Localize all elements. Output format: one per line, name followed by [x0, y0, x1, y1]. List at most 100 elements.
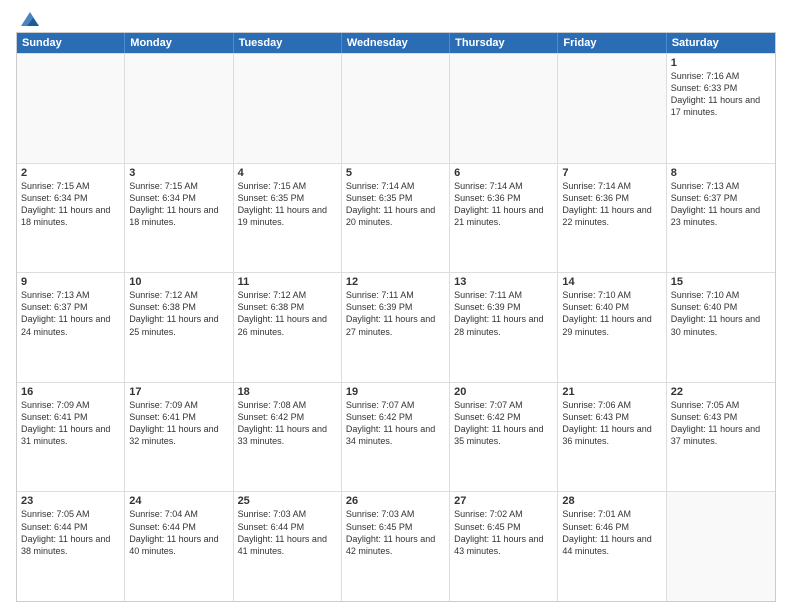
- day-info: Sunrise: 7:11 AMSunset: 6:39 PMDaylight:…: [346, 289, 445, 338]
- header: [16, 12, 776, 28]
- calendar: SundayMondayTuesdayWednesdayThursdayFrid…: [16, 32, 776, 602]
- empty-cell: [450, 54, 558, 163]
- calendar-body: 1Sunrise: 7:16 AMSunset: 6:33 PMDaylight…: [17, 53, 775, 601]
- day-number: 12: [346, 276, 445, 288]
- day-cell-28: 28Sunrise: 7:01 AMSunset: 6:46 PMDayligh…: [558, 492, 666, 601]
- day-cell-10: 10Sunrise: 7:12 AMSunset: 6:38 PMDayligh…: [125, 273, 233, 382]
- day-info: Sunrise: 7:13 AMSunset: 6:37 PMDaylight:…: [671, 180, 771, 229]
- day-info: Sunrise: 7:10 AMSunset: 6:40 PMDaylight:…: [671, 289, 771, 338]
- day-info: Sunrise: 7:10 AMSunset: 6:40 PMDaylight:…: [562, 289, 661, 338]
- day-cell-21: 21Sunrise: 7:06 AMSunset: 6:43 PMDayligh…: [558, 383, 666, 492]
- header-cell-friday: Friday: [558, 33, 666, 53]
- day-cell-7: 7Sunrise: 7:14 AMSunset: 6:36 PMDaylight…: [558, 164, 666, 273]
- day-number: 5: [346, 167, 445, 179]
- day-number: 23: [21, 495, 120, 507]
- day-number: 7: [562, 167, 661, 179]
- day-cell-15: 15Sunrise: 7:10 AMSunset: 6:40 PMDayligh…: [667, 273, 775, 382]
- day-info: Sunrise: 7:04 AMSunset: 6:44 PMDaylight:…: [129, 508, 228, 557]
- day-number: 16: [21, 386, 120, 398]
- day-cell-4: 4Sunrise: 7:15 AMSunset: 6:35 PMDaylight…: [234, 164, 342, 273]
- empty-cell: [342, 54, 450, 163]
- day-cell-8: 8Sunrise: 7:13 AMSunset: 6:37 PMDaylight…: [667, 164, 775, 273]
- day-number: 8: [671, 167, 771, 179]
- header-cell-saturday: Saturday: [667, 33, 775, 53]
- day-number: 18: [238, 386, 337, 398]
- day-cell-2: 2Sunrise: 7:15 AMSunset: 6:34 PMDaylight…: [17, 164, 125, 273]
- week-row-4: 23Sunrise: 7:05 AMSunset: 6:44 PMDayligh…: [17, 491, 775, 601]
- day-cell-5: 5Sunrise: 7:14 AMSunset: 6:35 PMDaylight…: [342, 164, 450, 273]
- day-info: Sunrise: 7:09 AMSunset: 6:41 PMDaylight:…: [21, 399, 120, 448]
- day-cell-24: 24Sunrise: 7:04 AMSunset: 6:44 PMDayligh…: [125, 492, 233, 601]
- day-info: Sunrise: 7:07 AMSunset: 6:42 PMDaylight:…: [454, 399, 553, 448]
- day-number: 27: [454, 495, 553, 507]
- day-info: Sunrise: 7:02 AMSunset: 6:45 PMDaylight:…: [454, 508, 553, 557]
- empty-cell: [667, 492, 775, 601]
- empty-cell: [17, 54, 125, 163]
- day-cell-3: 3Sunrise: 7:15 AMSunset: 6:34 PMDaylight…: [125, 164, 233, 273]
- day-info: Sunrise: 7:03 AMSunset: 6:45 PMDaylight:…: [346, 508, 445, 557]
- day-info: Sunrise: 7:08 AMSunset: 6:42 PMDaylight:…: [238, 399, 337, 448]
- day-number: 2: [21, 167, 120, 179]
- day-number: 9: [21, 276, 120, 288]
- day-info: Sunrise: 7:01 AMSunset: 6:46 PMDaylight:…: [562, 508, 661, 557]
- day-cell-12: 12Sunrise: 7:11 AMSunset: 6:39 PMDayligh…: [342, 273, 450, 382]
- day-number: 10: [129, 276, 228, 288]
- day-cell-17: 17Sunrise: 7:09 AMSunset: 6:41 PMDayligh…: [125, 383, 233, 492]
- day-number: 24: [129, 495, 228, 507]
- day-info: Sunrise: 7:16 AMSunset: 6:33 PMDaylight:…: [671, 70, 771, 119]
- header-cell-thursday: Thursday: [450, 33, 558, 53]
- day-cell-9: 9Sunrise: 7:13 AMSunset: 6:37 PMDaylight…: [17, 273, 125, 382]
- week-row-0: 1Sunrise: 7:16 AMSunset: 6:33 PMDaylight…: [17, 53, 775, 163]
- day-info: Sunrise: 7:15 AMSunset: 6:34 PMDaylight:…: [129, 180, 228, 229]
- empty-cell: [125, 54, 233, 163]
- day-number: 1: [671, 57, 771, 69]
- day-number: 14: [562, 276, 661, 288]
- day-info: Sunrise: 7:12 AMSunset: 6:38 PMDaylight:…: [129, 289, 228, 338]
- day-info: Sunrise: 7:15 AMSunset: 6:35 PMDaylight:…: [238, 180, 337, 229]
- day-cell-25: 25Sunrise: 7:03 AMSunset: 6:44 PMDayligh…: [234, 492, 342, 601]
- day-number: 26: [346, 495, 445, 507]
- week-row-1: 2Sunrise: 7:15 AMSunset: 6:34 PMDaylight…: [17, 163, 775, 273]
- day-info: Sunrise: 7:05 AMSunset: 6:44 PMDaylight:…: [21, 508, 120, 557]
- day-cell-22: 22Sunrise: 7:05 AMSunset: 6:43 PMDayligh…: [667, 383, 775, 492]
- day-info: Sunrise: 7:05 AMSunset: 6:43 PMDaylight:…: [671, 399, 771, 448]
- empty-cell: [234, 54, 342, 163]
- day-number: 25: [238, 495, 337, 507]
- day-info: Sunrise: 7:15 AMSunset: 6:34 PMDaylight:…: [21, 180, 120, 229]
- day-cell-26: 26Sunrise: 7:03 AMSunset: 6:45 PMDayligh…: [342, 492, 450, 601]
- day-info: Sunrise: 7:07 AMSunset: 6:42 PMDaylight:…: [346, 399, 445, 448]
- day-cell-1: 1Sunrise: 7:16 AMSunset: 6:33 PMDaylight…: [667, 54, 775, 163]
- header-cell-wednesday: Wednesday: [342, 33, 450, 53]
- day-info: Sunrise: 7:14 AMSunset: 6:36 PMDaylight:…: [454, 180, 553, 229]
- day-info: Sunrise: 7:03 AMSunset: 6:44 PMDaylight:…: [238, 508, 337, 557]
- day-cell-13: 13Sunrise: 7:11 AMSunset: 6:39 PMDayligh…: [450, 273, 558, 382]
- week-row-3: 16Sunrise: 7:09 AMSunset: 6:41 PMDayligh…: [17, 382, 775, 492]
- day-info: Sunrise: 7:12 AMSunset: 6:38 PMDaylight:…: [238, 289, 337, 338]
- day-number: 6: [454, 167, 553, 179]
- day-info: Sunrise: 7:13 AMSunset: 6:37 PMDaylight:…: [21, 289, 120, 338]
- day-cell-27: 27Sunrise: 7:02 AMSunset: 6:45 PMDayligh…: [450, 492, 558, 601]
- day-number: 19: [346, 386, 445, 398]
- day-cell-11: 11Sunrise: 7:12 AMSunset: 6:38 PMDayligh…: [234, 273, 342, 382]
- day-number: 3: [129, 167, 228, 179]
- day-number: 22: [671, 386, 771, 398]
- day-cell-23: 23Sunrise: 7:05 AMSunset: 6:44 PMDayligh…: [17, 492, 125, 601]
- empty-cell: [558, 54, 666, 163]
- day-number: 28: [562, 495, 661, 507]
- logo-icon: [19, 10, 41, 28]
- day-number: 15: [671, 276, 771, 288]
- page: SundayMondayTuesdayWednesdayThursdayFrid…: [0, 0, 792, 612]
- day-number: 11: [238, 276, 337, 288]
- header-cell-sunday: Sunday: [17, 33, 125, 53]
- header-cell-tuesday: Tuesday: [234, 33, 342, 53]
- day-info: Sunrise: 7:11 AMSunset: 6:39 PMDaylight:…: [454, 289, 553, 338]
- day-info: Sunrise: 7:14 AMSunset: 6:35 PMDaylight:…: [346, 180, 445, 229]
- header-cell-monday: Monday: [125, 33, 233, 53]
- day-cell-6: 6Sunrise: 7:14 AMSunset: 6:36 PMDaylight…: [450, 164, 558, 273]
- logo: [16, 12, 41, 28]
- day-info: Sunrise: 7:09 AMSunset: 6:41 PMDaylight:…: [129, 399, 228, 448]
- day-cell-20: 20Sunrise: 7:07 AMSunset: 6:42 PMDayligh…: [450, 383, 558, 492]
- day-number: 20: [454, 386, 553, 398]
- day-cell-18: 18Sunrise: 7:08 AMSunset: 6:42 PMDayligh…: [234, 383, 342, 492]
- day-number: 4: [238, 167, 337, 179]
